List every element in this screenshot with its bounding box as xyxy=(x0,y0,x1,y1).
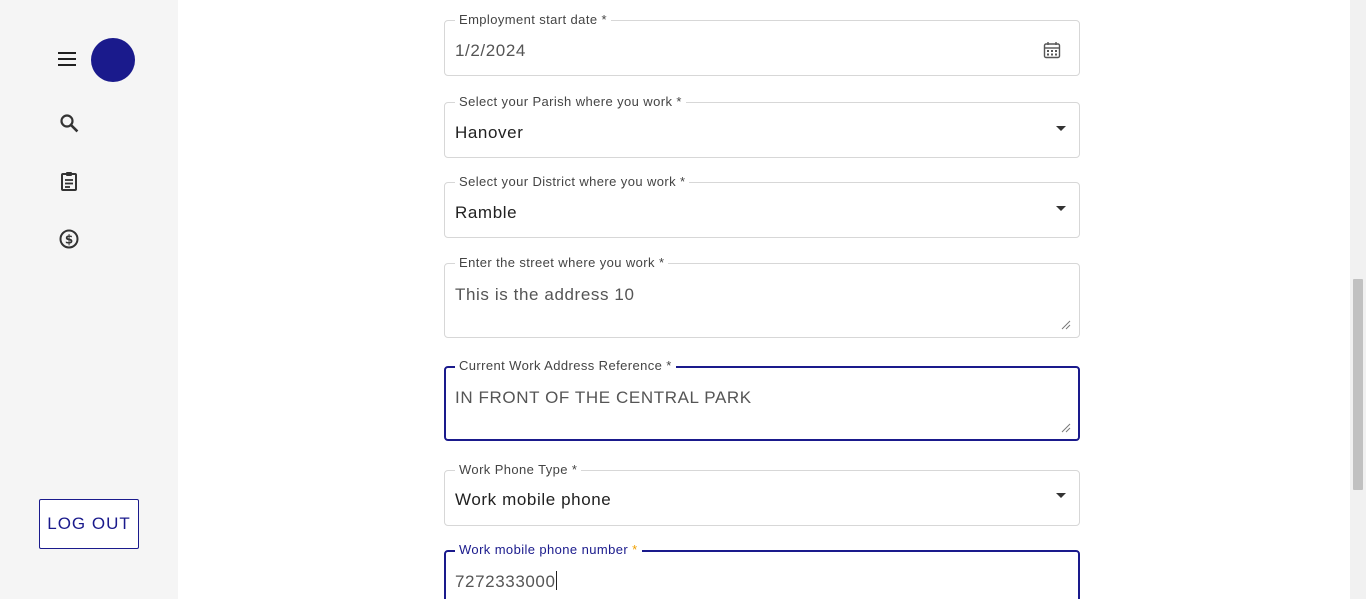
required-asterisk: * xyxy=(632,542,638,557)
employment-start-date-field[interactable]: Employment start date * 1/2/2024 xyxy=(444,12,1080,76)
text-cursor xyxy=(555,571,557,590)
calendar-icon[interactable] xyxy=(1043,41,1061,59)
work-mobile-number-label: Work mobile phone number * xyxy=(455,542,642,558)
logout-button[interactable]: LOG OUT xyxy=(39,499,139,549)
street-value: This is the address 10 xyxy=(455,285,635,304)
street-label: Enter the street where you work * xyxy=(455,255,669,271)
dollar-icon[interactable]: $ xyxy=(57,227,81,251)
sidebar: $ LOG OUT xyxy=(0,0,178,599)
chevron-down-icon[interactable] xyxy=(1056,206,1066,211)
work-mobile-number-value: 7272333000 xyxy=(455,571,557,591)
address-reference-textarea[interactable]: Current Work Address Reference * IN FRON… xyxy=(444,358,1080,441)
resize-handle-icon[interactable] xyxy=(1061,317,1071,330)
vertical-scrollbar[interactable] xyxy=(1350,0,1366,599)
svg-text:$: $ xyxy=(65,233,73,247)
search-icon[interactable] xyxy=(57,111,81,135)
address-reference-value: IN FRONT OF THE CENTRAL PARK xyxy=(455,388,752,407)
parish-select[interactable]: Select your Parish where you work * Hano… xyxy=(444,94,1080,158)
resize-handle-icon[interactable] xyxy=(1061,420,1071,433)
district-label: Select your District where you work * xyxy=(455,174,690,190)
work-phone-type-label: Work Phone Type * xyxy=(455,462,582,478)
district-select[interactable]: Select your District where you work * Ra… xyxy=(444,174,1080,238)
parish-value: Hanover xyxy=(455,123,524,142)
work-mobile-number-input[interactable]: Work mobile phone number * 7272333000 xyxy=(444,542,1080,599)
chevron-down-icon[interactable] xyxy=(1056,493,1066,498)
chevron-down-icon[interactable] xyxy=(1056,126,1066,131)
work-phone-type-value: Work mobile phone xyxy=(455,490,612,509)
address-reference-label: Current Work Address Reference * xyxy=(455,358,676,374)
avatar[interactable] xyxy=(91,38,135,82)
work-phone-type-select[interactable]: Work Phone Type * Work mobile phone xyxy=(444,462,1080,526)
employment-start-date-label: Employment start date * xyxy=(455,12,611,28)
parish-label: Select your Parish where you work * xyxy=(455,94,686,110)
district-value: Ramble xyxy=(455,203,518,222)
hamburger-menu-icon[interactable] xyxy=(57,50,77,68)
street-textarea[interactable]: Enter the street where you work * This i… xyxy=(444,255,1080,338)
clipboard-icon[interactable] xyxy=(57,169,81,193)
scrollbar-thumb[interactable] xyxy=(1353,279,1363,490)
employment-start-date-value: 1/2/2024 xyxy=(455,41,526,60)
